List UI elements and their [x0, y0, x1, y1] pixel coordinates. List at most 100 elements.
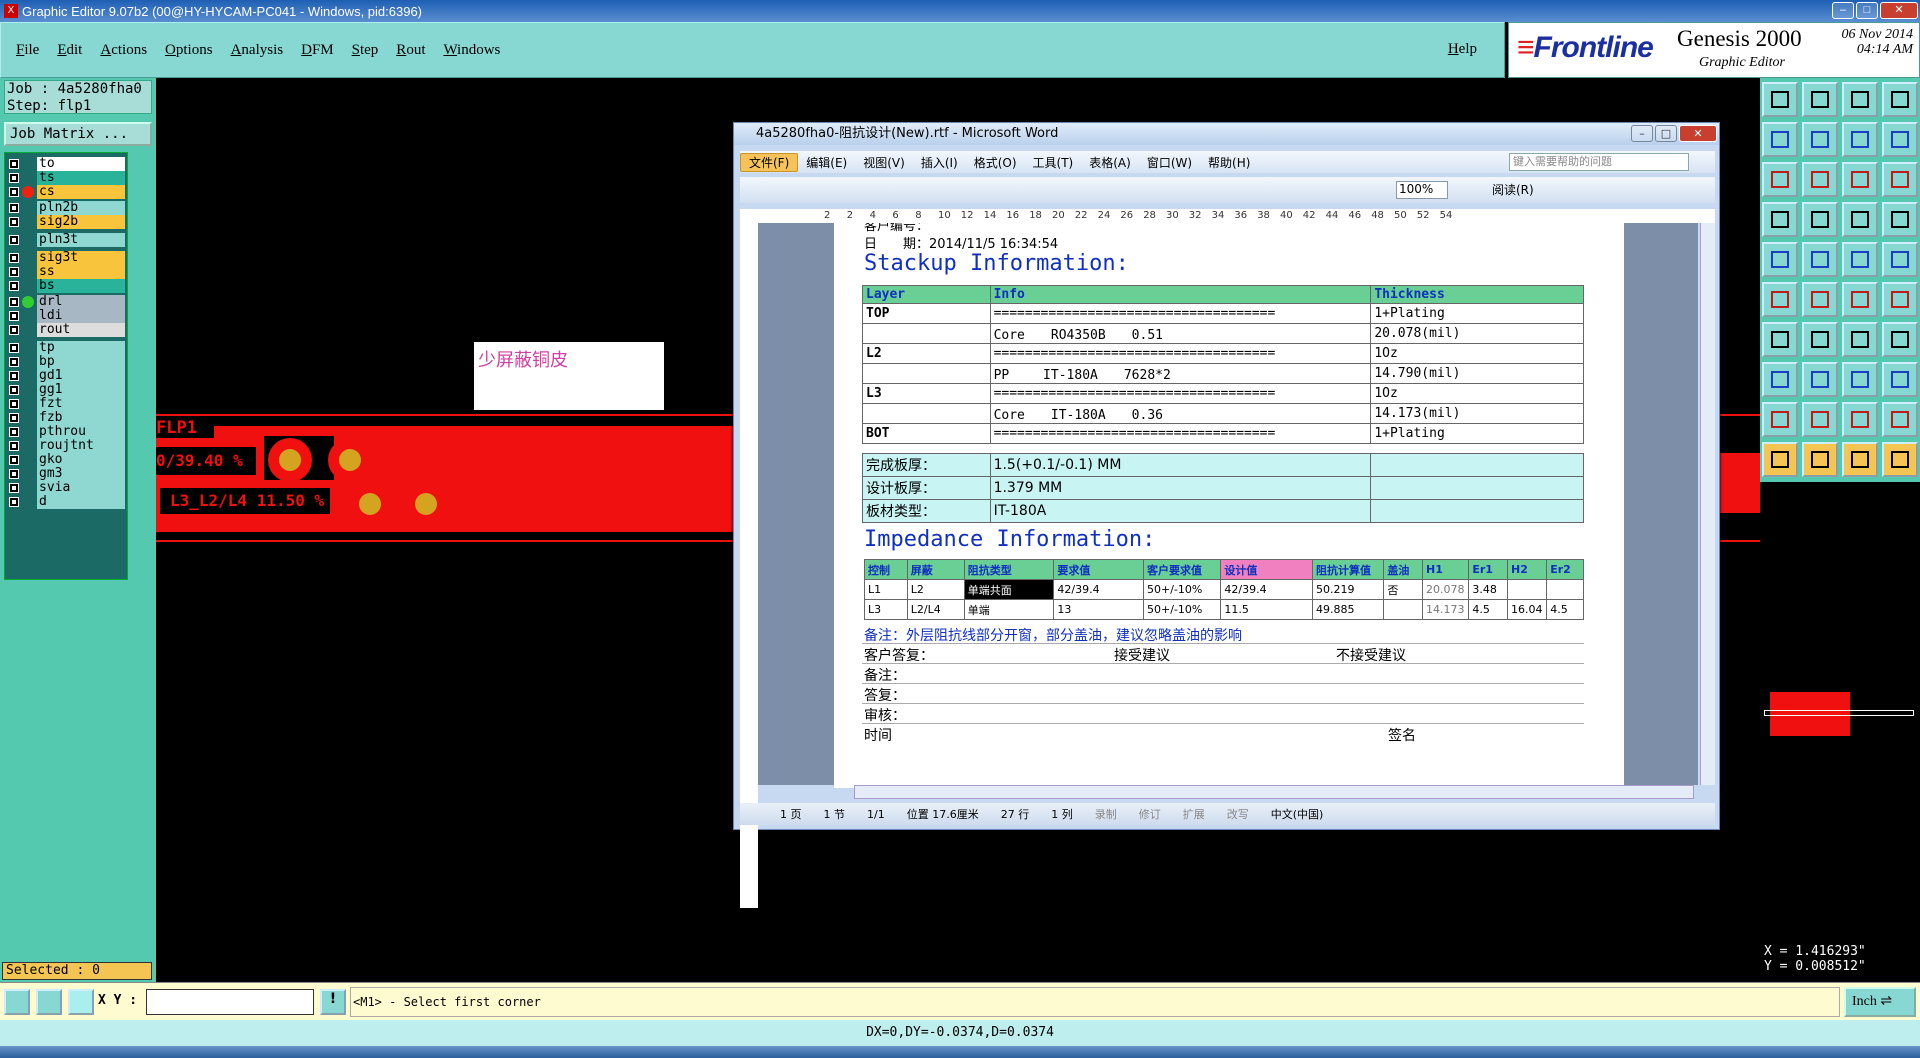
- line-icon[interactable]: [1842, 282, 1878, 317]
- cross-icon[interactable]: [1802, 282, 1838, 317]
- layer-checkbox[interactable]: [9, 311, 19, 321]
- fit-icon[interactable]: [1762, 162, 1798, 197]
- word-menu-item[interactable]: 插入(I): [913, 154, 966, 171]
- word-menu-item[interactable]: 格式(O): [966, 154, 1025, 171]
- grid-icon[interactable]: [68, 989, 94, 1015]
- edit-icon[interactable]: [1762, 202, 1798, 237]
- menu-windows[interactable]: Windows: [434, 42, 509, 59]
- connect-icon[interactable]: [1882, 282, 1918, 317]
- select2-icon[interactable]: [1842, 442, 1878, 477]
- xy-input[interactable]: [146, 989, 314, 1015]
- menu-options[interactable]: Options: [156, 42, 222, 59]
- word-menu-item[interactable]: 窗口(W): [1139, 154, 1200, 171]
- layer-checkbox[interactable]: [9, 371, 19, 381]
- layer-row-rout[interactable]: rout: [7, 323, 127, 337]
- copy-icon[interactable]: [1882, 362, 1918, 397]
- layer-row-bs[interactable]: bs: [7, 279, 127, 293]
- node-icon[interactable]: [1762, 282, 1798, 317]
- menu-actions[interactable]: Actions: [91, 42, 156, 59]
- word-menu-item[interactable]: 帮助(H): [1200, 154, 1258, 171]
- minimize-button[interactable]: –: [1832, 2, 1854, 19]
- word-menu-item[interactable]: 表格(A): [1081, 154, 1139, 171]
- layer-row-sig3t[interactable]: sig3t: [7, 251, 127, 265]
- layer-row-fzb[interactable]: fzb: [7, 411, 127, 425]
- open-icon[interactable]: [1762, 82, 1798, 117]
- home-icon[interactable]: [1842, 82, 1878, 117]
- layer-row-bp[interactable]: bp: [7, 355, 127, 369]
- layer-row-sig2b[interactable]: sig2b: [7, 215, 127, 229]
- layer-row-drl[interactable]: drl: [7, 295, 127, 309]
- layer-row-roujtnt[interactable]: roujtnt: [7, 439, 127, 453]
- select-icon[interactable]: [1802, 442, 1838, 477]
- layer-checkbox[interactable]: [9, 235, 19, 245]
- menu-help[interactable]: Help: [1439, 41, 1486, 58]
- layer-row-pln3t[interactable]: pln3t: [7, 233, 127, 247]
- query-icon[interactable]: [1882, 162, 1918, 197]
- menu-step[interactable]: Step: [343, 42, 388, 59]
- read-mode-button[interactable]: 阅读(R): [1492, 181, 1534, 198]
- layer-checkbox[interactable]: [9, 281, 19, 291]
- horizontal-scrollbar[interactable]: [854, 785, 1694, 799]
- layout-icon[interactable]: [1882, 82, 1918, 117]
- left-icon[interactable]: [1762, 122, 1798, 157]
- word-menu-item[interactable]: 视图(V): [855, 154, 913, 171]
- maximize-button[interactable]: □: [1856, 2, 1878, 19]
- right-icon[interactable]: [1802, 122, 1838, 157]
- layer-row-d[interactable]: d: [7, 495, 127, 509]
- cut-icon[interactable]: [1802, 242, 1838, 277]
- layer-checkbox[interactable]: [9, 187, 19, 197]
- layer-row-fzt[interactable]: fzt: [7, 397, 127, 411]
- layer-checkbox[interactable]: [9, 343, 19, 353]
- layer-checkbox[interactable]: [9, 385, 19, 395]
- layer-row-to[interactable]: to: [7, 157, 127, 171]
- diag-icon[interactable]: [1802, 322, 1838, 357]
- matrix-icon[interactable]: [1842, 202, 1878, 237]
- layer-row-ldi[interactable]: ldi: [7, 309, 127, 323]
- layer-row-pln2b[interactable]: pln2b: [7, 201, 127, 215]
- tri2-icon[interactable]: [1802, 402, 1838, 437]
- layer-checkbox[interactable]: [9, 297, 19, 307]
- layer-row-ss[interactable]: ss: [7, 265, 127, 279]
- word-minimize-button[interactable]: –: [1631, 125, 1653, 142]
- layer-row-tp[interactable]: tp: [7, 341, 127, 355]
- layer-row-pthrou[interactable]: pthrou: [7, 425, 127, 439]
- measure-icon[interactable]: [36, 989, 62, 1015]
- info-icon[interactable]: !: [320, 989, 346, 1015]
- scale-icon[interactable]: [1842, 162, 1878, 197]
- layer-row-gm3[interactable]: gm3: [7, 467, 127, 481]
- layer-checkbox[interactable]: [9, 497, 19, 507]
- menu-rout[interactable]: Rout: [387, 42, 434, 59]
- layer-checkbox[interactable]: [9, 203, 19, 213]
- word-menu-item[interactable]: 工具(T): [1025, 154, 1082, 171]
- layer-checkbox[interactable]: [9, 469, 19, 479]
- document-page[interactable]: 客户编号：日 期：2014/11/5 16:34:54 Stackup Infor…: [834, 223, 1624, 788]
- menu-analysis[interactable]: Analysis: [222, 42, 293, 59]
- word-close-button[interactable]: ✕: [1679, 125, 1717, 142]
- layer-checkbox[interactable]: [9, 253, 19, 263]
- zoom-icon[interactable]: [1842, 122, 1878, 157]
- layer-row-gd1[interactable]: gd1: [7, 369, 127, 383]
- snapshot-icon[interactable]: [1762, 242, 1798, 277]
- minus-icon[interactable]: [1802, 362, 1838, 397]
- layer-row-ts[interactable]: ts: [7, 171, 127, 185]
- select3-icon[interactable]: [1882, 442, 1918, 477]
- slope-icon[interactable]: [1762, 322, 1798, 357]
- square-icon[interactable]: [1762, 362, 1798, 397]
- job-matrix-button[interactable]: Job Matrix ...: [4, 122, 152, 146]
- stack-icon[interactable]: [1882, 202, 1918, 237]
- zoom-select[interactable]: 100%: [1396, 181, 1448, 199]
- circle-icon[interactable]: [1882, 242, 1918, 277]
- layer-checkbox[interactable]: [9, 441, 19, 451]
- tri3-icon[interactable]: [1842, 402, 1878, 437]
- word-maximize-button[interactable]: □: [1655, 125, 1677, 142]
- pointer-icon[interactable]: [1762, 442, 1798, 477]
- help-search-input[interactable]: 键入需要帮助的问题: [1509, 153, 1689, 171]
- tri4-icon[interactable]: [1882, 402, 1918, 437]
- move-icon[interactable]: [1842, 362, 1878, 397]
- layer-row-gko[interactable]: gko: [7, 453, 127, 467]
- split-icon[interactable]: [1882, 322, 1918, 357]
- menu-dfm[interactable]: DFM: [292, 42, 343, 59]
- vertical-scrollbar[interactable]: [1700, 223, 1715, 785]
- layer-checkbox[interactable]: [9, 267, 19, 277]
- layer-checkbox[interactable]: [9, 399, 19, 409]
